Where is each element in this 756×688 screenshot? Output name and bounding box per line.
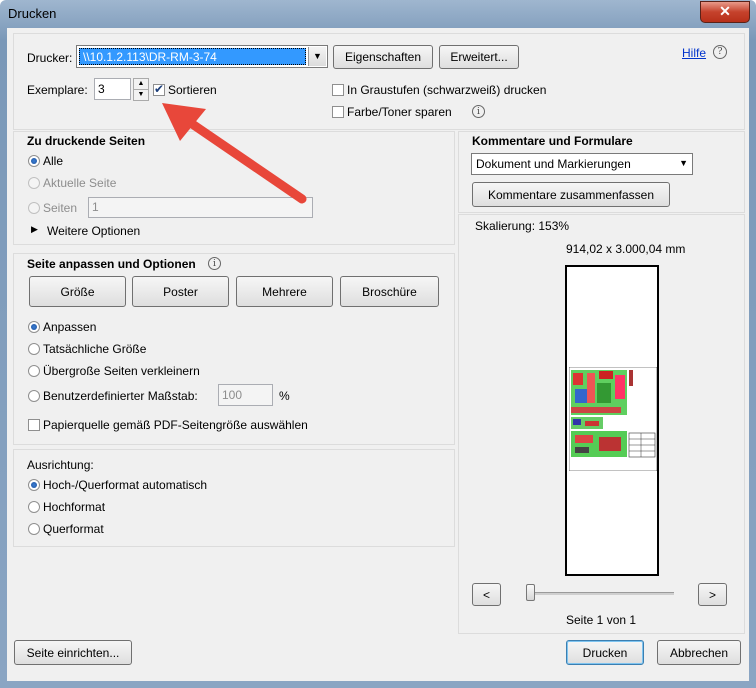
grayscale-checkbox[interactable] (332, 84, 344, 96)
copies-label: Exemplare: (27, 83, 88, 97)
save-toner-checkbox[interactable] (332, 106, 344, 118)
percent-label: % (279, 389, 290, 403)
tab-size[interactable]: Größe (29, 276, 126, 307)
printer-label: Drucker: (27, 51, 73, 65)
help-link[interactable]: Hilfe (682, 46, 706, 60)
sizing-title: Seite anpassen und Optionen (27, 257, 196, 271)
more-options-link[interactable]: Weitere Optionen (47, 224, 140, 238)
summarize-comments-button[interactable]: Kommentare zusammenfassen (472, 182, 670, 207)
actual-size-radio[interactable] (28, 343, 40, 355)
custom-scale-input[interactable]: 100 (218, 384, 273, 406)
tab-poster[interactable]: Poster (132, 276, 229, 307)
chevron-down-icon[interactable]: ▼ (308, 47, 326, 66)
shrink-label: Übergroße Seiten verkleinern (43, 364, 200, 378)
copies-stepper[interactable]: ▲ ▼ (133, 78, 149, 101)
paper-source-label: Papierquelle gemäß PDF-Seitengröße auswä… (43, 418, 308, 432)
fit-radio[interactable] (28, 321, 40, 333)
info-icon[interactable]: i (472, 105, 485, 118)
save-toner-label: Farbe/Toner sparen (347, 105, 452, 119)
pages-range-radio[interactable] (28, 202, 40, 214)
tab-booklet[interactable]: Broschüre (340, 276, 439, 307)
orientation-title: Ausrichtung: (27, 458, 94, 472)
orientation-portrait-label: Hochformat (43, 500, 106, 514)
page-info-label: Seite 1 von 1 (566, 613, 637, 627)
stepper-down-icon[interactable]: ▼ (133, 89, 149, 101)
page-slider-track[interactable] (532, 592, 674, 595)
orientation-landscape-label: Querformat (43, 522, 104, 536)
pages-current-label: Aktuelle Seite (43, 176, 117, 190)
expand-triangle-icon[interactable]: ▶ (31, 224, 38, 235)
pages-current-radio[interactable] (28, 177, 40, 189)
custom-scale-label: Benutzerdefinierter Maßstab: (43, 389, 198, 403)
orientation-auto-radio[interactable] (28, 479, 40, 491)
dimensions-label: 914,02 x 3.000,04 mm (566, 242, 686, 256)
info-icon[interactable]: i (208, 257, 221, 270)
scale-label: Skalierung: 153% (475, 219, 570, 233)
check-icon: ✔ (154, 82, 165, 96)
copies-input[interactable]: 3 (94, 78, 131, 100)
tab-multiple[interactable]: Mehrere (236, 276, 333, 307)
print-button[interactable]: Drucken (566, 640, 644, 665)
cancel-button[interactable]: Abbrechen (657, 640, 741, 665)
window-title: Drucken (8, 6, 57, 21)
printer-selected-value: \\10.1.2.113\DR-RM-3-74 (79, 48, 306, 65)
page-preview (565, 265, 659, 576)
pages-range-label: Seiten (43, 201, 78, 215)
close-button[interactable]: ✕ (700, 1, 750, 23)
chevron-down-icon[interactable]: ▼ (679, 158, 688, 168)
pages-title: Zu druckende Seiten (27, 134, 146, 148)
properties-button[interactable]: Eigenschaften (333, 45, 433, 69)
grayscale-label: In Graustufen (schwarzweiß) drucken (347, 83, 547, 97)
comments-selected-value: Dokument und Markierungen (476, 157, 631, 171)
comments-select[interactable]: Dokument und Markierungen ▼ (471, 153, 693, 175)
document-thumbnail (569, 367, 657, 471)
paper-source-checkbox[interactable] (28, 419, 40, 431)
advanced-button[interactable]: Erweitert... (439, 45, 519, 69)
actual-size-label: Tatsächliche Größe (43, 342, 147, 356)
pages-all-radio[interactable] (28, 155, 40, 167)
page-setup-button[interactable]: Seite einrichten... (14, 640, 132, 665)
title-bar[interactable]: Drucken ✕ (0, 0, 756, 28)
comments-title: Kommentare und Formulare (472, 134, 633, 148)
page-slider-thumb[interactable] (526, 584, 535, 601)
orientation-landscape-radio[interactable] (28, 523, 40, 535)
fit-label: Anpassen (43, 320, 97, 334)
pages-all-label: Alle (43, 154, 64, 168)
help-icon[interactable]: ? (713, 45, 727, 59)
printer-select[interactable]: \\10.1.2.113\DR-RM-3-74 ▼ (76, 45, 328, 68)
shrink-radio[interactable] (28, 365, 40, 377)
annotation-arrow-icon (162, 103, 307, 204)
prev-page-button[interactable]: < (472, 583, 501, 606)
custom-scale-radio[interactable] (28, 390, 40, 402)
next-page-button[interactable]: > (698, 583, 727, 606)
orientation-portrait-radio[interactable] (28, 501, 40, 513)
orientation-auto-label: Hoch-/Querformat automatisch (43, 478, 208, 492)
